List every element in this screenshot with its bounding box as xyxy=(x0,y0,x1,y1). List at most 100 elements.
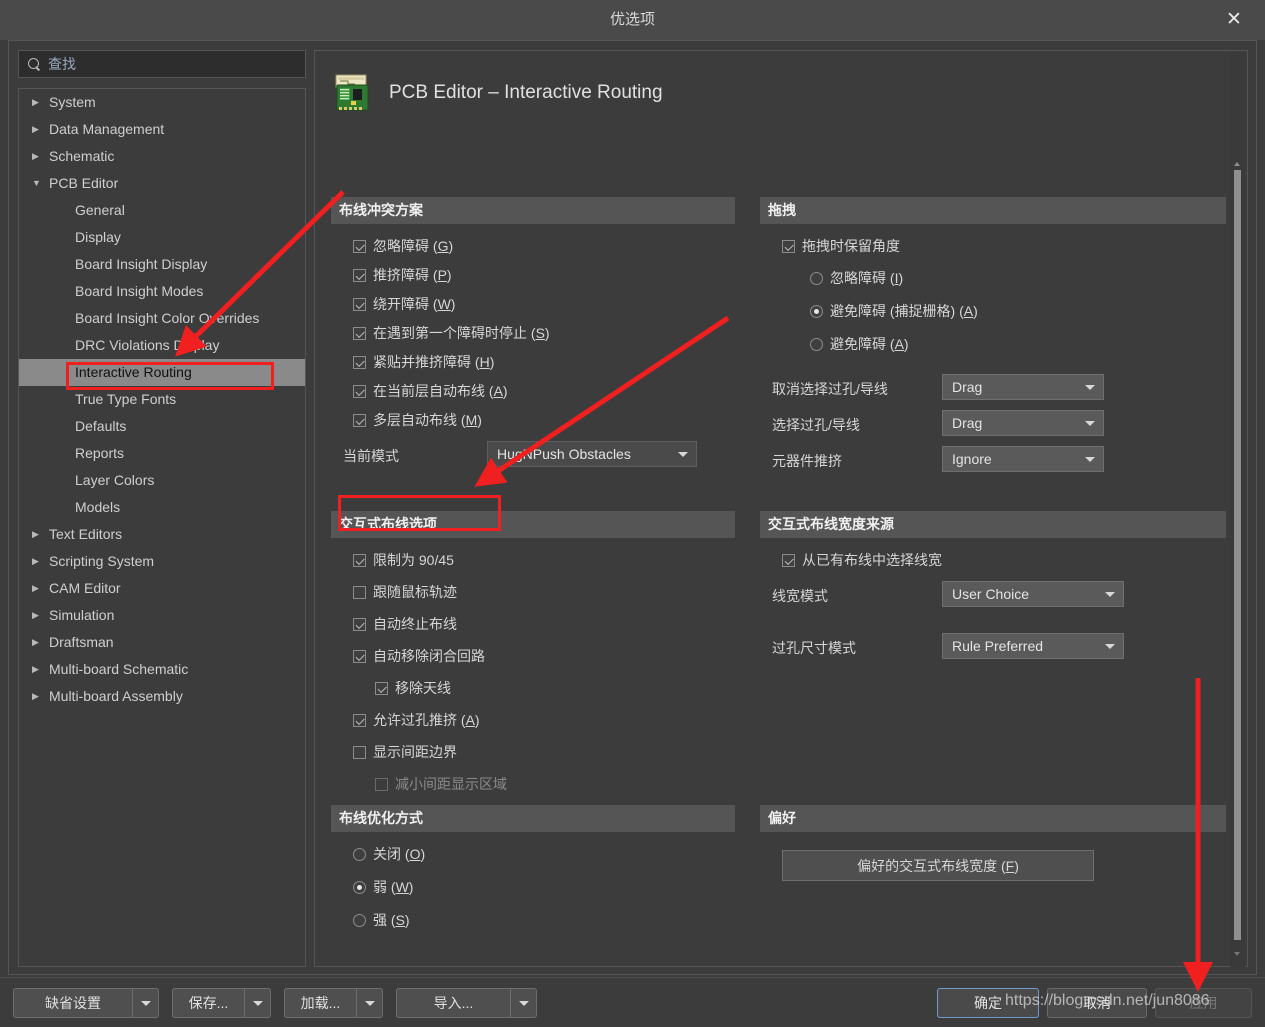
chevron-right-icon[interactable]: ▶ xyxy=(32,575,44,602)
chevron-down-icon[interactable] xyxy=(1085,457,1095,462)
checkbox-icon[interactable] xyxy=(353,239,366,253)
radio-row[interactable]: 避免障碍 (捕捉栅格) (A) xyxy=(810,301,978,321)
checkbox-row[interactable]: 自动移除闭合回路 xyxy=(353,646,485,666)
chevron-right-icon[interactable]: ▶ xyxy=(32,521,44,548)
chevron-right-icon[interactable]: ▶ xyxy=(32,656,44,683)
checkbox-row[interactable]: 移除天线 xyxy=(375,678,451,698)
chevron-down-icon[interactable] xyxy=(1085,385,1095,390)
checkbox-row[interactable]: 多层自动布线 (M) xyxy=(353,410,482,430)
sidebar-item-cam-editor[interactable]: ▶ CAM Editor xyxy=(19,575,305,602)
sidebar-item-true-type-fonts[interactable]: True Type Fonts xyxy=(19,386,305,413)
checkbox-row[interactable]: 绕开障碍 (W) xyxy=(353,294,455,314)
width-select-1[interactable]: Rule Preferred xyxy=(942,633,1124,659)
radio-icon[interactable] xyxy=(353,847,366,861)
scroll-up-icon[interactable] xyxy=(1230,157,1245,171)
settings-tree[interactable]: ▶ System ▶ Data Management ▶ Schematic ▼ PCB Ed… xyxy=(18,88,306,967)
radio-icon[interactable] xyxy=(810,271,823,285)
cancel-button[interactable]: 取消 xyxy=(1047,988,1147,1018)
scrollbar-thumb[interactable] xyxy=(1234,170,1241,940)
checkbox-icon[interactable] xyxy=(353,713,366,727)
chevron-right-icon[interactable]: ▶ xyxy=(32,548,44,575)
checkbox-row[interactable]: 忽略障碍 (G) xyxy=(353,236,453,256)
current-mode-select[interactable]: HugNPush Obstacles xyxy=(487,441,697,467)
radio-icon[interactable] xyxy=(810,304,823,318)
checkbox-row[interactable]: 在当前层自动布线 (A) xyxy=(353,381,508,401)
checkbox-row[interactable]: 显示间距边界 xyxy=(353,742,457,762)
chevron-down-icon[interactable] xyxy=(1105,592,1115,597)
checkbox-icon[interactable] xyxy=(782,239,795,253)
sidebar-item-scripting-system[interactable]: ▶ Scripting System xyxy=(19,548,305,575)
sidebar-item-reports[interactable]: Reports xyxy=(19,440,305,467)
radio-icon[interactable] xyxy=(810,337,823,351)
chevron-down-icon[interactable] xyxy=(678,452,688,457)
default-settings-button[interactable]: 缺省设置 xyxy=(13,988,159,1018)
chevron-right-icon[interactable]: ▶ xyxy=(32,116,44,143)
chevron-down-icon[interactable]: ▼ xyxy=(32,170,44,197)
chevron-right-icon[interactable]: ▶ xyxy=(32,143,44,170)
sidebar-item-board-insight-color-overrides[interactable]: Board Insight Color Overrides xyxy=(19,305,305,332)
checkbox-row[interactable]: 推挤障碍 (P) xyxy=(353,265,452,285)
drag-select-2[interactable]: Ignore xyxy=(942,446,1104,472)
checkbox-icon[interactable] xyxy=(353,268,366,282)
checkbox-icon[interactable] xyxy=(353,355,366,369)
sidebar-item-draftsman[interactable]: ▶ Draftsman xyxy=(19,629,305,656)
checkbox-icon[interactable] xyxy=(353,585,366,599)
checkbox-icon[interactable] xyxy=(375,681,388,695)
checkbox-icon[interactable] xyxy=(353,326,366,340)
save-button[interactable]: 保存... xyxy=(172,988,271,1018)
apply-button[interactable]: 应用 xyxy=(1155,988,1252,1018)
checkbox-icon[interactable] xyxy=(782,553,795,567)
sidebar-item-multi-board-assembly[interactable]: ▶ Multi-board Assembly xyxy=(19,683,305,710)
chevron-down-icon[interactable] xyxy=(132,989,158,1017)
sidebar-item-schematic[interactable]: ▶ Schematic xyxy=(19,143,305,170)
radio-row[interactable]: 关闭 (O) xyxy=(353,844,425,864)
close-icon[interactable]: ✕ xyxy=(1217,6,1251,34)
chevron-down-icon[interactable] xyxy=(356,989,382,1017)
checkbox-icon[interactable] xyxy=(353,413,366,427)
sidebar-item-simulation[interactable]: ▶ Simulation xyxy=(19,602,305,629)
checkbox-icon[interactable] xyxy=(353,553,366,567)
sidebar-item-interactive-routing[interactable]: Interactive Routing xyxy=(19,359,305,386)
chevron-down-icon[interactable] xyxy=(510,989,536,1017)
radio-row[interactable]: 弱 (W) xyxy=(353,877,413,897)
radio-row[interactable]: 忽略障碍 (I) xyxy=(810,268,903,288)
chevron-right-icon[interactable]: ▶ xyxy=(32,629,44,656)
radio-row[interactable]: 避免障碍 (A) xyxy=(810,334,909,354)
checkbox-icon[interactable] xyxy=(353,649,366,663)
checkbox-icon[interactable] xyxy=(353,297,366,311)
drag-select-1[interactable]: Drag xyxy=(942,410,1104,436)
search-input[interactable]: 查找 xyxy=(18,50,306,78)
chevron-right-icon[interactable]: ▶ xyxy=(32,683,44,710)
radio-icon[interactable] xyxy=(353,880,366,894)
sidebar-item-drc-violations-display[interactable]: DRC Violations Display xyxy=(19,332,305,359)
preferred-interactive-routing-widths-button[interactable]: 偏好的交互式布线宽度 (F) xyxy=(782,850,1094,881)
checkbox-row-preserve-angle[interactable]: 拖拽时保留角度 xyxy=(782,236,900,256)
scroll-down-icon[interactable] xyxy=(1230,947,1245,961)
ok-button[interactable]: 确定 xyxy=(937,988,1039,1018)
sidebar-item-system[interactable]: ▶ System xyxy=(19,89,305,116)
radio-icon[interactable] xyxy=(353,913,366,927)
sidebar-item-models[interactable]: Models xyxy=(19,494,305,521)
sidebar-item-display[interactable]: Display xyxy=(19,224,305,251)
checkbox-row[interactable]: 自动终止布线 xyxy=(353,614,457,634)
sidebar-item-defaults[interactable]: Defaults xyxy=(19,413,305,440)
sidebar-item-text-editors[interactable]: ▶ Text Editors xyxy=(19,521,305,548)
checkbox-icon[interactable] xyxy=(353,617,366,631)
sidebar-item-pcb-editor[interactable]: ▼ PCB Editor xyxy=(19,170,305,197)
checkbox-icon[interactable] xyxy=(353,745,366,759)
load-button[interactable]: 加载... xyxy=(284,988,383,1018)
sidebar-item-board-insight-modes[interactable]: Board Insight Modes xyxy=(19,278,305,305)
radio-row[interactable]: 强 (S) xyxy=(353,910,410,930)
sidebar-item-data-management[interactable]: ▶ Data Management xyxy=(19,116,305,143)
chevron-right-icon[interactable]: ▶ xyxy=(32,602,44,629)
width-select-0[interactable]: User Choice xyxy=(942,581,1124,607)
page-scrollbar[interactable] xyxy=(1230,52,1245,967)
checkbox-row[interactable]: 紧贴并推挤障碍 (H) xyxy=(353,352,494,372)
chevron-down-icon[interactable] xyxy=(1085,421,1095,426)
sidebar-item-general[interactable]: General xyxy=(19,197,305,224)
checkbox-row[interactable]: 限制为 90/45 xyxy=(353,550,454,570)
checkbox-row[interactable]: 在遇到第一个障碍时停止 (S) xyxy=(353,323,550,343)
checkbox-icon[interactable] xyxy=(375,777,388,791)
drag-select-0[interactable]: Drag xyxy=(942,374,1104,400)
chevron-right-icon[interactable]: ▶ xyxy=(32,89,44,116)
